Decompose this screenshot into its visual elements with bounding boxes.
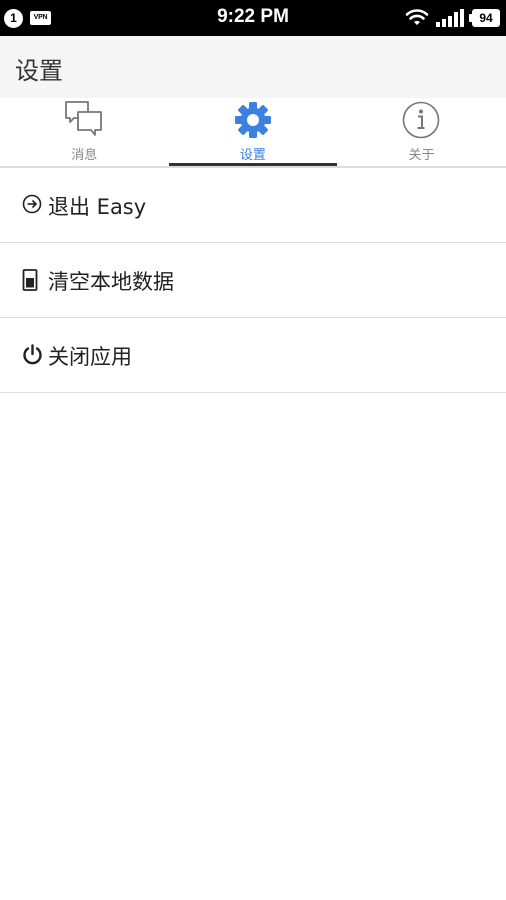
tab-bar: 消息 设置 关于 <box>0 98 506 168</box>
status-time: 9:22 PM <box>217 6 289 27</box>
chat-bubbles-icon <box>65 101 103 136</box>
logout-item[interactable]: 退出 Easy <box>0 168 506 243</box>
close-app-item[interactable]: 关闭应用 <box>0 318 506 393</box>
tab-label: 消息 <box>71 148 98 163</box>
page-title: 设置 <box>15 57 63 85</box>
tab-label: 关于 <box>408 148 435 163</box>
clear-data-label: 清空本地数据 <box>48 270 174 294</box>
active-tab-indicator <box>169 163 337 166</box>
clear-data-item[interactable]: 清空本地数据 <box>0 243 506 318</box>
logout-icon <box>22 194 42 214</box>
wifi-icon <box>405 9 429 25</box>
tab-messages[interactable]: 消息 <box>0 98 169 166</box>
status-bar: 1 VPN 9:22 PM 94 <box>0 0 506 36</box>
logout-label: 退出 Easy <box>48 195 147 219</box>
close-app-label: 关闭应用 <box>48 345 132 369</box>
title-bar: 设置 <box>0 36 506 98</box>
storage-icon <box>22 269 38 291</box>
battery-icon: 94 <box>469 9 500 27</box>
info-icon <box>403 101 440 139</box>
tab-label: 设置 <box>239 148 266 163</box>
tab-settings[interactable]: 设置 <box>169 98 338 166</box>
settings-list: 退出 Easy 清空本地数据 关闭应用 <box>0 168 506 393</box>
gear-icon <box>234 102 271 138</box>
signal-icon <box>436 9 464 27</box>
power-icon <box>23 344 42 365</box>
tab-about[interactable]: 关于 <box>337 98 506 166</box>
